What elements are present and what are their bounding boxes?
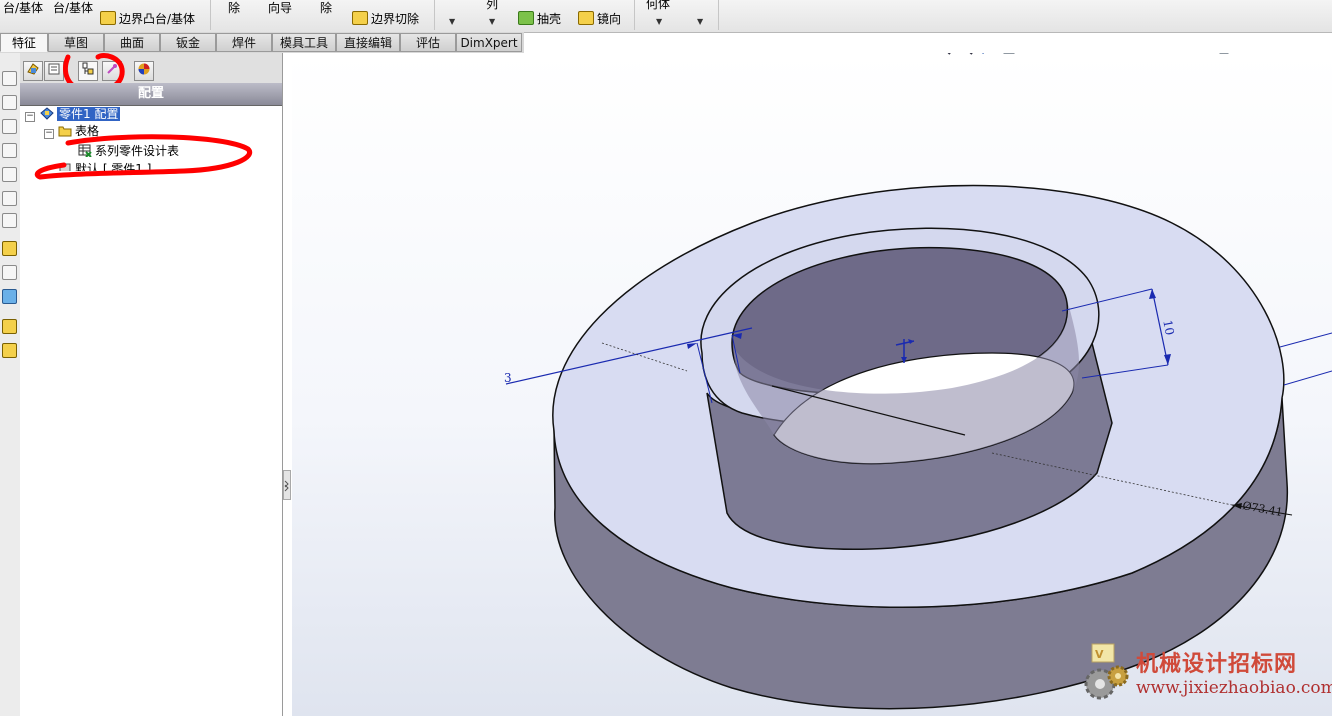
feature-tool-icon[interactable] (2, 71, 17, 86)
tab-mold-tools[interactable]: 模具工具 (272, 33, 336, 52)
left-toolbar (0, 53, 21, 716)
tab-direct-editing[interactable]: 直接编辑 (336, 33, 400, 52)
ribbon-cmd-pattern[interactable]: 列 (486, 0, 498, 12)
ribbon-cmd-boss-base-1[interactable]: 台/基体 (3, 0, 43, 16)
shell-icon (518, 11, 534, 25)
zoom-area-icon[interactable] (959, 53, 973, 55)
dropdown-arrow-icon[interactable]: ▼ (656, 17, 662, 26)
feature-tool-icon[interactable] (2, 289, 17, 304)
feature-tool-icon[interactable] (2, 143, 17, 158)
tab-dimxpert[interactable]: DimXpert (456, 33, 522, 52)
feature-tool-icon[interactable] (2, 319, 17, 334)
ribbon-cmd-reference-geometry[interactable]: 何体 (646, 0, 670, 12)
ribbon-cmd-boundary-boss[interactable]: 边界凸台/基体 (100, 10, 195, 27)
tab-evaluate[interactable]: 评估 (400, 33, 456, 52)
feature-tool-icon[interactable] (2, 343, 17, 358)
watermark-logo: V 机械设计招标网 www.jixiezhaobiao.com (1072, 640, 1332, 716)
tree-collapse-toggle[interactable]: − (25, 112, 35, 122)
panel-header: 配置 (20, 83, 282, 106)
ribbon-cmd-cut-2[interactable]: 除 (320, 0, 332, 16)
tab-weldments[interactable]: 焊件 (216, 33, 272, 52)
zoom-to-fit-icon[interactable] (937, 53, 951, 55)
sketch-tool-icon[interactable] (2, 241, 17, 256)
red-ellipse-annotation (34, 134, 253, 180)
ribbon-cmd-cut-1[interactable]: 除 (228, 0, 240, 16)
tab-sheet-metal[interactable]: 钣金 (160, 33, 216, 52)
ribbon-cmd-hole-wizard[interactable]: 向导 (268, 0, 292, 16)
dropdown-arrow-icon[interactable]: ▼ (489, 17, 495, 26)
command-manager: 台/基体 台/基体 边界凸台/基体 除 向导 除 边界切除 ▼ 列 ▼ 抽壳 镜… (0, 0, 1332, 33)
mirror-icon (578, 11, 594, 25)
ribbon-cmd-boundary-cut[interactable]: 边界切除 (352, 10, 419, 27)
watermark-name: 机械设计招标网 (1136, 651, 1298, 677)
dropdown-arrow-icon[interactable]: ▼ (697, 17, 703, 26)
feature-tool-icon[interactable] (2, 265, 17, 280)
ribbon-cmd-mirror[interactable]: 镜向 (578, 10, 621, 27)
svg-text:V: V (1095, 648, 1104, 661)
feature-tool-icon[interactable] (2, 167, 17, 182)
boundary-boss-icon (100, 11, 116, 25)
part-model-view[interactable]: ▾ ▾ ▾ ▾ ▾ (292, 53, 1332, 716)
ribbon-cmd-boss-base-2[interactable]: 台/基体 (53, 0, 93, 16)
manager-tabs (20, 53, 282, 94)
display-manager-tab-icon[interactable] (134, 61, 154, 81)
ribbon-cmd-shell[interactable]: 抽壳 (518, 10, 561, 27)
boundary-cut-icon (352, 11, 368, 25)
svg-text:3: 3 (504, 371, 512, 385)
heads-up-view-toolbar: ▾ ▾ ▾ ▾ ▾ (937, 53, 1229, 55)
tree-item-root-config[interactable]: 零件1 配置 (40, 106, 121, 122)
feature-manager-tab-icon[interactable] (23, 61, 43, 81)
gear-logo-icon: V (1084, 643, 1129, 700)
feature-tool-icon[interactable] (2, 119, 17, 134)
watermark-url: www.jixiezhaobiao.com (1136, 678, 1332, 698)
tab-features[interactable]: 特征 (0, 33, 48, 52)
dropdown-arrow-icon[interactable]: ▼ (449, 17, 455, 26)
feature-tool-icon[interactable] (2, 213, 17, 228)
panel-splitter-handle[interactable] (283, 470, 291, 500)
feature-tool-icon[interactable] (2, 95, 17, 110)
feature-manager-panel: 配置 − 零件1 配置 − 表格 系列零件设计表 默认 [ 零件1 ] (20, 53, 283, 716)
feature-tool-icon[interactable] (2, 191, 17, 206)
part-config-icon (40, 107, 54, 120)
graphics-area[interactable]: ▾ ▾ ▾ ▾ ▾ (292, 53, 1332, 716)
svg-text:10: 10 (1160, 319, 1176, 336)
